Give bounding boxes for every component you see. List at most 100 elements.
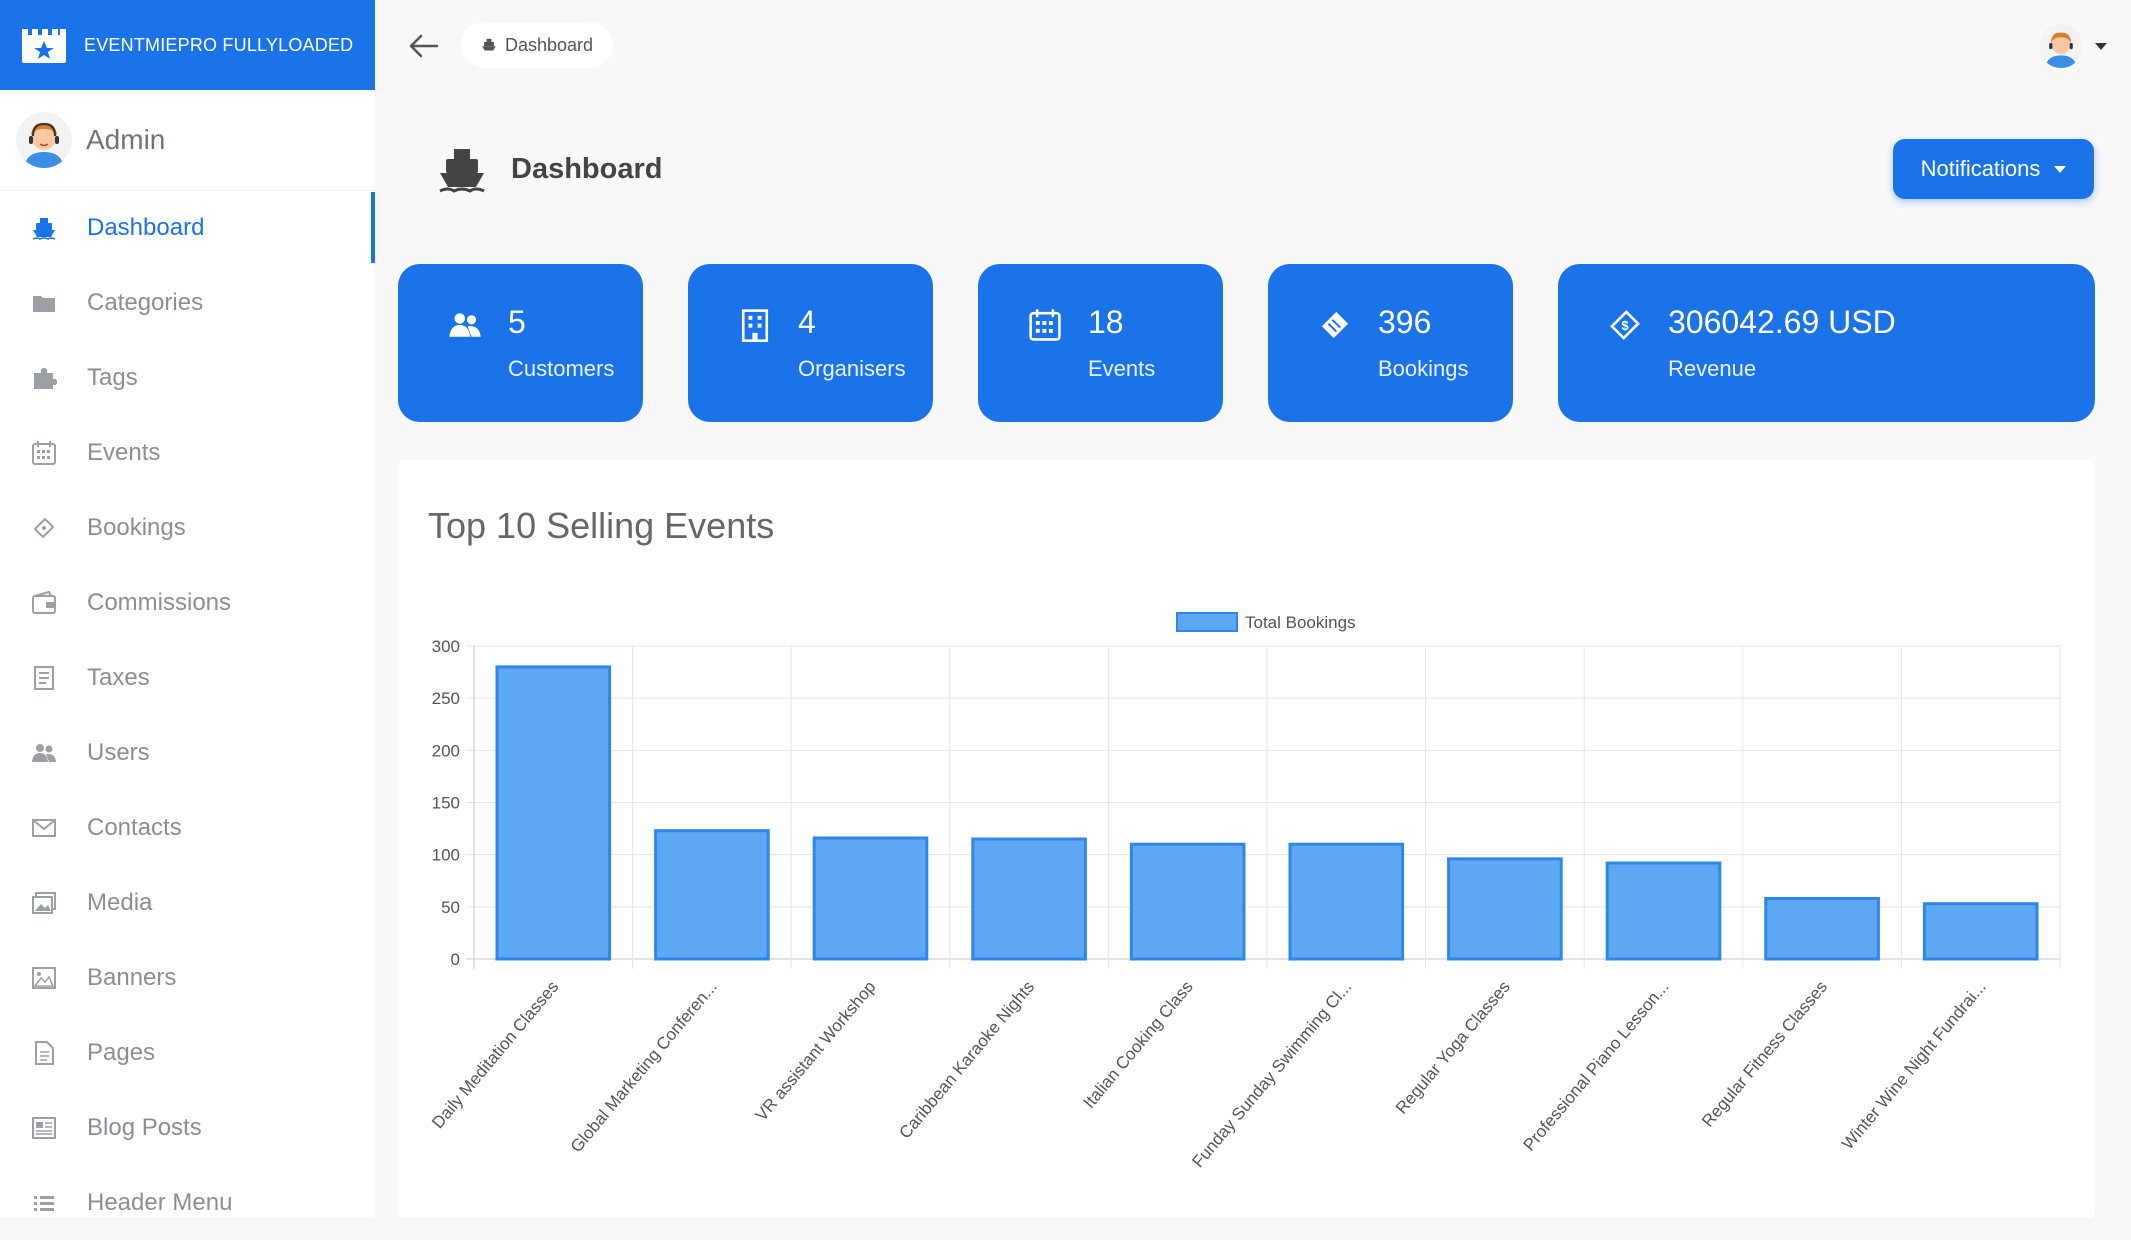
admin-profile[interactable]: Admin <box>0 90 375 191</box>
sidebar-item-label: Contacts <box>87 813 182 841</box>
chart-bar <box>1288 842 1405 961</box>
stat-label: Bookings <box>1378 356 1469 381</box>
avatar <box>16 112 72 168</box>
chart-bar <box>971 837 1087 961</box>
chart-bar <box>1129 842 1246 961</box>
sidebar-item-media[interactable]: Media <box>0 865 375 940</box>
user-menu[interactable] <box>2039 24 2107 68</box>
sidebar-item-dashboard[interactable]: Dashboard <box>0 190 375 265</box>
money-icon: $ <box>1610 310 1640 340</box>
back-arrow-icon[interactable] <box>405 28 441 64</box>
ship-icon <box>30 214 58 242</box>
envelope-icon <box>30 814 58 842</box>
brand-bar[interactable]: EVENTMIEPRO FULLYLOADED <box>0 0 375 90</box>
admin-name: Admin <box>86 124 166 155</box>
ticket-icon <box>30 514 58 542</box>
stat-label: Customers <box>508 356 615 381</box>
file-icon <box>30 1039 58 1067</box>
chart-bar <box>495 665 612 961</box>
stat-value: 5 <box>508 304 526 340</box>
y-tick-label: 200 <box>432 741 460 760</box>
calendar-icon <box>1029 309 1061 341</box>
y-tick-label: 100 <box>432 846 460 865</box>
sidebar-item-label: Users <box>87 738 150 766</box>
sidebar-item-label: Bookings <box>87 513 186 541</box>
sidebar-item-label: Tags <box>87 363 138 391</box>
list-icon <box>30 1189 58 1217</box>
wallet-icon <box>30 589 58 617</box>
sidebar-item-label: Banners <box>87 963 177 991</box>
stat-label: Revenue <box>1668 356 1757 381</box>
sidebar-item-taxes[interactable]: Taxes <box>0 640 375 715</box>
avatar-icon <box>2039 24 2083 68</box>
sidebar-item-users[interactable]: Users <box>0 715 375 790</box>
stat-card-revenue[interactable]: $ 306042.69 USD Revenue <box>1558 264 2095 422</box>
sidebar-item-events[interactable]: Events <box>0 415 375 490</box>
chart-bar <box>812 836 929 961</box>
x-tick-label: Global Marketing Conferen... <box>567 977 721 1156</box>
sidebar-item-label: Header Menu <box>87 1188 233 1216</box>
folder-icon <box>30 289 58 317</box>
x-tick-label: Italian Cooking Class <box>1080 977 1197 1112</box>
svg-text:$: $ <box>1621 318 1629 333</box>
sidebar-nav: Dashboard Categories Tags Events Booking… <box>0 190 375 1240</box>
stat-card-bookings[interactable]: 396 Bookings <box>1268 264 1513 422</box>
chart-bar <box>654 829 770 961</box>
users-icon <box>30 739 58 767</box>
sidebar-item-tags[interactable]: Tags <box>0 340 375 415</box>
breadcrumb-label: Dashboard <box>505 34 594 55</box>
notifications-label: Notifications <box>1920 156 2041 181</box>
chevron-down-icon <box>2095 42 2107 50</box>
page-header: Dashboard <box>435 143 662 195</box>
stat-card-events[interactable]: 18 Events <box>978 264 1223 422</box>
stat-label: Organisers <box>798 356 906 381</box>
notifications-button[interactable]: Notifications <box>1893 139 2094 199</box>
sidebar-item-contacts[interactable]: Contacts <box>0 790 375 865</box>
x-tick-label: Regular Yoga Classes <box>1392 977 1514 1117</box>
sidebar-item-label: Taxes <box>87 663 150 691</box>
chart-legend[interactable]: Total Bookings <box>1176 612 1356 632</box>
sidebar-item-commissions[interactable]: Commissions <box>0 565 375 640</box>
x-tick-label: Regular Fitness Classes <box>1698 977 1831 1130</box>
puzzle-icon <box>30 364 58 392</box>
sidebar-item-categories[interactable]: Categories <box>0 265 375 340</box>
stat-label: Events <box>1088 356 1156 381</box>
sidebar-item-banners[interactable]: Banners <box>0 940 375 1015</box>
sidebar-item-label: Events <box>87 438 161 466</box>
ship-icon <box>482 38 496 51</box>
stat-card-organisers[interactable]: 4 Organisers <box>688 264 933 422</box>
y-tick-label: 50 <box>441 898 460 917</box>
legend-label: Total Bookings <box>1245 613 1356 632</box>
x-tick-label: Daily Meditation Classes <box>428 977 562 1132</box>
chevron-down-icon <box>2054 165 2067 173</box>
stat-value: 18 <box>1088 304 1124 340</box>
chart-bar <box>1605 861 1722 961</box>
x-tick-label: Funday Sunday Swimming Cl... <box>1188 977 1355 1171</box>
breadcrumb[interactable]: Dashboard <box>461 22 614 68</box>
chart-bar <box>1764 896 1880 961</box>
ship-icon <box>439 149 485 193</box>
sidebar-item-pages[interactable]: Pages <box>0 1015 375 1090</box>
sidebar-item-header-menu[interactable]: Header Menu <box>0 1165 375 1240</box>
avatar <box>2039 24 2083 68</box>
stat-value: 396 <box>1378 304 1432 340</box>
building-icon <box>741 309 769 342</box>
x-tick-label: Winter Wine Night Fundrai... <box>1838 977 1990 1153</box>
image-icon <box>30 964 58 992</box>
y-tick-label: 250 <box>432 689 460 708</box>
chart-bar <box>1447 857 1563 961</box>
page-title: Dashboard <box>511 152 663 185</box>
sidebar-item-label: Commissions <box>87 588 232 616</box>
stat-card-customers[interactable]: 5 Customers <box>398 264 643 422</box>
sidebar-item-label: Categories <box>87 288 204 316</box>
receipt-icon <box>30 664 58 692</box>
x-tick-label: Caribbean Karaoke Nights <box>895 977 1038 1142</box>
sidebar-item-bookings[interactable]: Bookings <box>0 490 375 565</box>
newspaper-icon <box>30 1114 58 1142</box>
sidebar-item-label: Dashboard <box>87 213 205 241</box>
legend-swatch <box>1176 612 1238 632</box>
sidebar: EVENTMIEPRO FULLYLOADED Admin Dashboard <box>0 0 375 1218</box>
top-bar: Dashboard <box>375 0 2131 90</box>
sidebar-item-blog-posts[interactable]: Blog Posts <box>0 1090 375 1165</box>
stat-value: 4 <box>798 304 816 340</box>
